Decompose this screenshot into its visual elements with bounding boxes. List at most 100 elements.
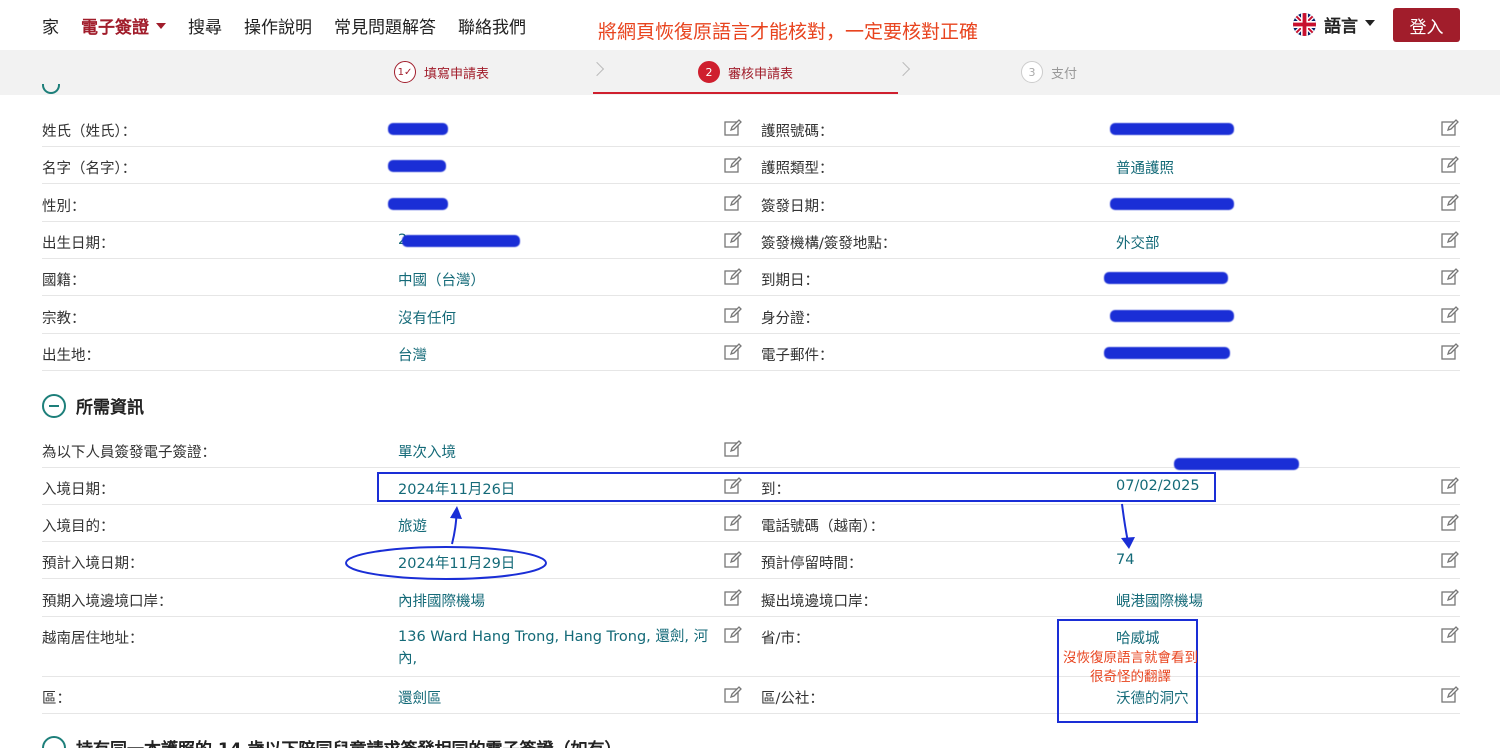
field-label: 預計入境日期： [42, 556, 144, 572]
field-value: 2024年11月26日 [398, 482, 516, 498]
redaction-mark [388, 198, 448, 210]
edit-icon[interactable] [1441, 194, 1459, 212]
field-label: 擬出境邊境口岸： [761, 594, 877, 610]
field-value: 07/02/2025 [1116, 478, 1200, 494]
redaction-mark [1104, 347, 1230, 359]
step-number: 2 [698, 61, 720, 83]
field-label: 國籍： [42, 273, 86, 289]
step-payment[interactable]: 3 支付 [1021, 61, 1077, 83]
row-intended-entry: 預計入境日期： 2024年11月29日 預計停留時間： 74 [42, 542, 1460, 579]
field-value: 單次入境 [398, 445, 456, 461]
edit-icon[interactable] [724, 343, 742, 361]
redaction-mark [388, 160, 446, 172]
field-value: 哈威城 [1116, 631, 1160, 647]
row-ports: 預期入境邊境口岸： 內排國際機場 擬出境邊境口岸： 峴港國際機場 [42, 580, 1460, 617]
field-value: 還劍區 [398, 691, 442, 707]
field-value: 內排國際機場 [398, 594, 485, 610]
edit-icon[interactable] [724, 686, 742, 704]
field-label: 電話號碼（越南）： [761, 519, 885, 535]
edit-icon[interactable] [1441, 156, 1459, 174]
edit-icon[interactable] [1441, 477, 1459, 495]
field-value: 旅遊 [398, 519, 427, 535]
row-purpose: 入境目的： 旅遊 電話號碼（越南）： [42, 505, 1460, 542]
edit-icon[interactable] [1441, 343, 1459, 361]
personal-row: 出生日期：2簽發機構/簽發地點：外交部 [42, 222, 1460, 259]
nav-home[interactable]: 家 [42, 13, 59, 38]
language-selector[interactable]: 語言 [1293, 12, 1375, 37]
section-title: 所需資訊 [76, 398, 144, 418]
edit-icon[interactable] [724, 231, 742, 249]
field-value: 中國（台灣） [398, 273, 485, 289]
nav-evisa-dropdown[interactable]: 電子簽證 [81, 13, 166, 38]
redaction-mark [1110, 198, 1234, 210]
edit-icon[interactable] [724, 306, 742, 324]
nav-faq[interactable]: 常見問題解答 [334, 13, 436, 38]
field-label: 姓氏（姓氏）： [42, 124, 137, 140]
field-label: 為以下人員簽發電子簽證： [42, 445, 216, 461]
language-label: 語言 [1324, 17, 1358, 37]
step-fill-form[interactable]: 1 ✓ 填寫申請表 [394, 61, 489, 83]
required-info-header[interactable]: 所需資訊 [42, 393, 144, 418]
personal-row: 出生地： 台灣 電子郵件： [42, 334, 1460, 371]
personal-row: 國籍： 中國（台灣） 到期日： [42, 259, 1460, 296]
active-step-underline [593, 92, 898, 94]
field-label: 護照類型： [761, 161, 834, 177]
nav-evisa-label: 電子簽證 [81, 18, 149, 38]
chevron-down-icon [1365, 19, 1375, 26]
step-label: 填寫申請表 [424, 66, 490, 82]
field-value: 74 [1116, 552, 1135, 568]
edit-icon[interactable] [724, 477, 742, 495]
field-label: 到： [761, 482, 790, 498]
row-address: 越南居住地址： 136 Ward Hang Trong, Hang Trong,… [42, 617, 1460, 677]
field-label: 入境日期： [42, 482, 115, 498]
top-navbar: 家 電子簽證 搜尋 操作說明 常見問題解答 聯絡我們 將網頁恢復原語言才能核對，… [0, 0, 1500, 50]
redaction-mark [1110, 310, 1234, 322]
field-label: 宗教： [42, 311, 86, 327]
edit-icon[interactable] [1441, 589, 1459, 607]
step-check-icon: 1 ✓ [394, 61, 416, 83]
nav-search[interactable]: 搜尋 [188, 13, 222, 38]
login-button[interactable]: 登入 [1393, 8, 1460, 42]
nav-guide[interactable]: 操作說明 [244, 13, 312, 38]
redaction-mark [1110, 123, 1234, 135]
personal-row: 名字（名字）： 護照類型： 普通護照 [42, 147, 1460, 184]
redaction-mark [402, 235, 520, 247]
edit-icon[interactable] [724, 514, 742, 532]
nav-contact[interactable]: 聯絡我們 [458, 13, 526, 38]
field-value: 台灣 [398, 348, 427, 364]
edit-icon[interactable] [724, 440, 742, 458]
edit-icon[interactable] [724, 268, 742, 286]
edit-icon[interactable] [1441, 551, 1459, 569]
edit-icon[interactable] [1441, 626, 1459, 644]
field-label: 簽發機構/簽發地點： [761, 236, 897, 252]
field-label: 出生地： [42, 348, 100, 364]
edit-icon[interactable] [1441, 514, 1459, 532]
progress-steps: 1 ✓ 填寫申請表 2 審核申請表 3 支付 [0, 50, 1500, 95]
chevron-down-icon [156, 23, 166, 29]
field-value: 2024年11月29日 [398, 556, 516, 572]
edit-icon[interactable] [724, 156, 742, 174]
edit-icon[interactable] [1441, 268, 1459, 286]
edit-icon[interactable] [1441, 231, 1459, 249]
field-label: 入境目的： [42, 519, 115, 535]
field-value: 沃德的洞穴 [1116, 691, 1189, 707]
edit-icon[interactable] [724, 551, 742, 569]
chevron-right-icon [895, 61, 911, 77]
field-label: 性別： [42, 199, 86, 215]
edit-icon[interactable] [724, 194, 742, 212]
step-review-form[interactable]: 2 審核申請表 [698, 61, 793, 83]
edit-icon[interactable] [1441, 686, 1459, 704]
uk-flag-icon [1293, 13, 1316, 36]
edit-icon[interactable] [1441, 119, 1459, 137]
step-label: 審核申請表 [728, 66, 794, 82]
edit-icon[interactable] [724, 589, 742, 607]
field-label: 身分證： [761, 311, 819, 327]
edit-icon[interactable] [724, 119, 742, 137]
edit-icon[interactable] [724, 626, 742, 644]
section-title: 持有同一本護照的 14 歲以下陪同兒童請求簽發相同的電子簽證（如有） [76, 735, 622, 748]
field-value: 沒有任何 [398, 311, 456, 327]
annotation-note: 沒恢復原語言就會看到很奇怪的翻譯 [1063, 650, 1198, 685]
edit-icon[interactable] [1441, 306, 1459, 324]
children-section-header[interactable]: 持有同一本護照的 14 歲以下陪同兒童請求簽發相同的電子簽證（如有） [42, 735, 622, 748]
field-label: 區/公社： [761, 691, 824, 707]
